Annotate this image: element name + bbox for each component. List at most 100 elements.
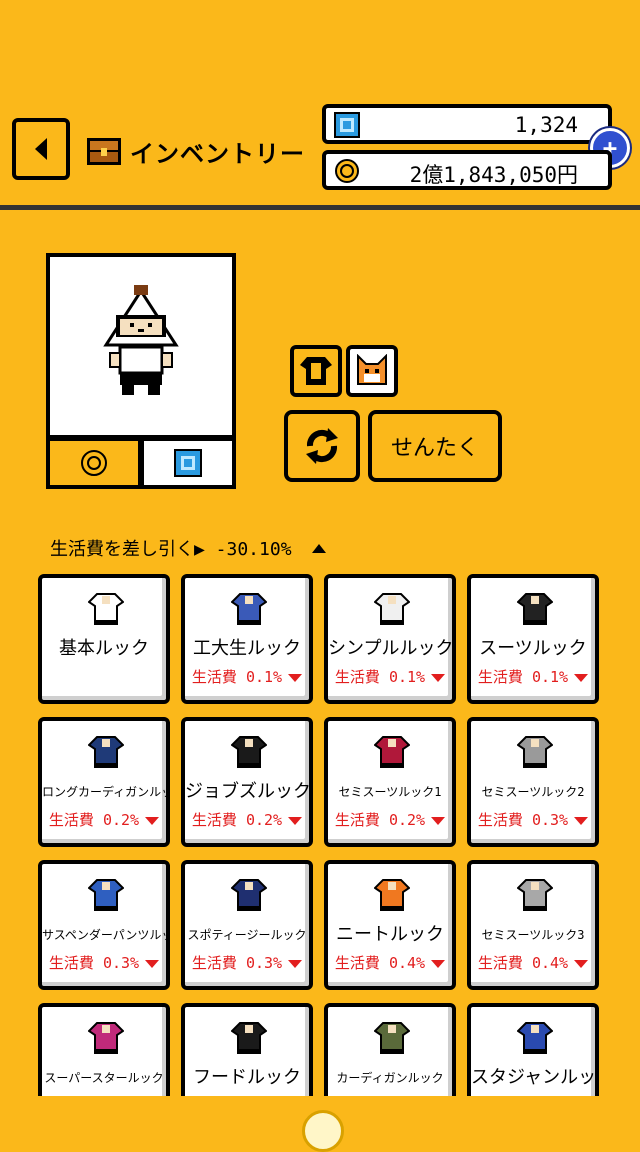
outfit-icon (88, 593, 124, 625)
outfit-card[interactable]: セミスーツルック3 生活費 0.4% (467, 860, 599, 990)
character-preview (46, 253, 236, 439)
header-divider (0, 205, 640, 210)
outfit-icon (517, 1022, 553, 1054)
outfit-name: サスペンダーパンツルック (42, 928, 166, 942)
outfit-name: ジョブズルック (185, 781, 309, 802)
outfit-icon (88, 879, 124, 911)
down-arrow-icon (431, 959, 446, 968)
outfit-card[interactable]: サスペンダーパンツルック生活費 0.3% (38, 860, 170, 990)
living-cost-value: 生活費 0.2% (191, 811, 283, 829)
outfit-icon (231, 593, 267, 625)
select-button[interactable]: せんたく (368, 410, 502, 482)
down-arrow-icon (145, 816, 160, 825)
outfit-icon (231, 1022, 267, 1054)
outfit-card[interactable]: 工大生ルック 生活費 0.1% (181, 574, 313, 704)
living-cost-stat: 生活費 0.2% (185, 809, 309, 830)
page-title: インベントリー (130, 140, 305, 168)
gem-icon (174, 449, 202, 477)
outfit-name: スーパースタールック (44, 1071, 164, 1085)
outfit-card[interactable]: スポティージールック生活費 0.3% (181, 860, 313, 990)
outfit-name: セミスーツルック1 (338, 785, 442, 799)
living-cost-stat: 生活費 0.3% (471, 809, 595, 830)
collapse-arrow-icon[interactable] (312, 544, 326, 553)
outfit-icon (517, 736, 553, 768)
refresh-icon (306, 428, 338, 464)
outfit-card[interactable]: スーツルック 生活費 0.1% (467, 574, 599, 704)
gem-counter: 1,324 (322, 104, 612, 144)
back-button[interactable] (12, 118, 70, 180)
living-cost-stat: 生活費 0.2% (42, 809, 166, 830)
living-cost-value: 生活費 0.4% (477, 954, 569, 972)
outfit-card[interactable]: セミスーツルック1 生活費 0.2% (324, 717, 456, 847)
outfit-icon (374, 593, 410, 625)
outfit-card[interactable]: カーディガンルック (324, 1003, 456, 1096)
living-cost-deduction: 生活費を差し引く▶ -30.10% (50, 539, 292, 560)
money-counter: 2億1,843,050円 (322, 150, 612, 190)
down-arrow-icon (431, 816, 446, 825)
outfit-name: ニートルック (336, 924, 444, 945)
living-cost-value: 生活費 0.1% (334, 668, 426, 686)
living-cost-stat: 生活費 0.1% (185, 666, 309, 687)
coin-icon (335, 159, 359, 183)
living-cost-stat: 生活費 0.3% (185, 952, 309, 973)
living-cost-stat: 生活費 0.3% (42, 952, 166, 973)
outfit-name: セミスーツルック3 (481, 928, 585, 942)
outfit-name: スタジャンルック (471, 1067, 595, 1088)
back-arrow-icon (35, 138, 47, 160)
living-cost-stat: 生活費 0.1% (328, 666, 452, 687)
outfit-icon (374, 736, 410, 768)
living-cost-value: 生活費 0.2% (334, 811, 426, 829)
outfit-icon (88, 1022, 124, 1054)
outfit-card[interactable]: スタジャンルック (467, 1003, 599, 1096)
scroll-indicator[interactable] (302, 1110, 344, 1152)
outfit-name: シンプルルック (328, 638, 452, 659)
gem-icon (334, 112, 360, 138)
coin-icon (81, 450, 107, 476)
living-cost-stat: 生活費 0.1% (471, 666, 595, 687)
outfit-icon (231, 736, 267, 768)
outfit-icon (374, 879, 410, 911)
outfit-name: セミスーツルック2 (481, 785, 585, 799)
character-image (103, 285, 179, 395)
pet-category-button[interactable] (346, 345, 398, 397)
gem-tab[interactable] (140, 437, 236, 489)
money-amount: 2億1,843,050円 (409, 163, 578, 187)
outfit-icon (517, 879, 553, 911)
outfit-card[interactable]: フードルック (181, 1003, 313, 1096)
cat-icon (357, 354, 387, 385)
outfit-icon (517, 593, 553, 625)
outfit-card[interactable]: 基本ルック (38, 574, 170, 704)
outfit-name: フードルック (193, 1067, 301, 1088)
living-cost-stat: 生活費 0.2% (328, 809, 452, 830)
outfit-card[interactable]: セミスーツルック2 生活費 0.3% (467, 717, 599, 847)
living-cost-stat: 生活費 0.4% (471, 952, 595, 973)
living-cost-stat: 生活費 0.4% (328, 952, 452, 973)
outfit-icon (88, 736, 124, 768)
down-arrow-icon (288, 673, 303, 682)
down-arrow-icon (288, 816, 303, 825)
living-cost-value: 生活費 0.3% (191, 954, 283, 972)
down-arrow-icon (574, 673, 589, 682)
shirt-icon (300, 357, 332, 385)
outfit-card[interactable]: スーパースタールック (38, 1003, 170, 1096)
living-cost-value: 生活費 0.1% (191, 668, 283, 686)
outfit-name: 工大生ルック (193, 638, 301, 659)
coin-tab[interactable] (46, 437, 142, 489)
outfit-card[interactable]: ニートルック 生活費 0.4% (324, 860, 456, 990)
living-cost-value: 生活費 0.4% (334, 954, 426, 972)
outfit-name: 基本ルック (59, 638, 149, 659)
outfit-icon (374, 1022, 410, 1054)
down-arrow-icon (431, 673, 446, 682)
clothes-category-button[interactable] (290, 345, 342, 397)
swap-button[interactable] (284, 410, 360, 482)
outfit-card[interactable]: シンプルルック生活費 0.1% (324, 574, 456, 704)
gem-count: 1,324 (514, 113, 578, 137)
living-cost-value: 生活費 0.2% (48, 811, 140, 829)
outfit-name: スポティージールック (187, 928, 307, 942)
outfit-grid: 基本ルック 工大生ルック 生活費 0.1% シンプルルック 生活費 0.1% スーツルック… (38, 574, 604, 1096)
outfit-name: スーツルック (479, 638, 587, 659)
living-cost-value: 生活費 0.3% (477, 811, 569, 829)
outfit-card[interactable]: ロングカーディガンルック生活費 0.2% (38, 717, 170, 847)
outfit-name: ロングカーディガンルック (42, 785, 166, 799)
outfit-card[interactable]: ジョブズルック生活費 0.2% (181, 717, 313, 847)
